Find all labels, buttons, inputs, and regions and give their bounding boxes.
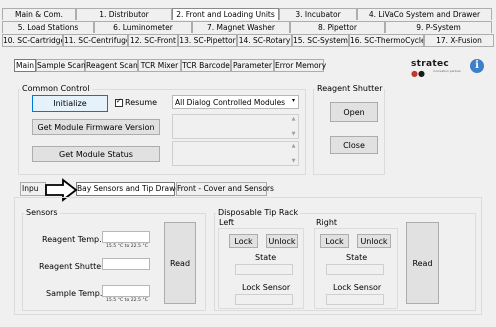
scroll-up-icon[interactable]: ▲ [289, 143, 298, 149]
logo-dot-2-icon: ● [417, 69, 425, 78]
reagent-temp-label: Reagent Temp. [42, 235, 102, 244]
left-state-field [235, 264, 293, 275]
resume-checkbox-wrap[interactable]: ✓ Resume [115, 96, 158, 107]
shutter-open-button[interactable]: Open [330, 102, 378, 122]
tab-row-1: Main & Com. 1. Distributor 2. Front and … [2, 8, 492, 20]
tab-livaco-system-drawer[interactable]: 4. LiVaCo System and Drawer [357, 8, 492, 20]
subtab-bar: Main Sample Scan Reagent Scan TCR Mixer … [14, 59, 326, 72]
tip-rack-title: Disposable Tip Rack [216, 208, 301, 217]
right-unlock-button[interactable]: Unlock [357, 234, 391, 248]
scroll-up-icon[interactable]: ▲ [289, 116, 298, 122]
subtab-error-memory[interactable]: Error Memory [274, 59, 326, 72]
module-select-value: All Dialog Controlled Modules [175, 97, 286, 107]
right-lock-sensor-field [326, 294, 384, 305]
right-lock-button[interactable]: Lock [320, 234, 349, 248]
tip-rack-right-label: Right [316, 218, 338, 227]
firmware-scrollbar[interactable]: ▲ ▼ [289, 115, 298, 138]
tab-sc-thermocycler[interactable]: 16. SC-ThermoCycler [349, 34, 424, 46]
shutter-close-button[interactable]: Close [330, 136, 378, 154]
tab-x-fusion[interactable]: 17. X-Fusion [424, 34, 494, 46]
subtab-parameter[interactable]: Parameter [231, 59, 274, 72]
reagent-temp-range: 15.5 °C to 22.5 °C [106, 244, 148, 249]
chevron-down-icon: ▾ [291, 97, 295, 104]
tab-sc-front[interactable]: 12. SC-Front [128, 34, 178, 46]
module-status-button[interactable]: Get Module Status [32, 146, 160, 162]
tab-sc-centrifuge[interactable]: 11. SC-Centrifuge [63, 34, 128, 46]
left-unlock-button[interactable]: Unlock [266, 234, 298, 248]
subtab-tcr-mixer[interactable]: TCR Mixer [138, 59, 181, 72]
right-state-field [326, 264, 384, 275]
reagent-temp-field [102, 231, 150, 243]
reagent-shutter-field [102, 258, 150, 270]
left-lock-button[interactable]: Lock [229, 234, 258, 248]
firmware-version-button[interactable]: Get Module Firmware Version [32, 119, 160, 135]
tab-sc-pipettor[interactable]: 13. SC-Pipettor [178, 34, 237, 46]
scroll-down-icon[interactable]: ▼ [289, 131, 298, 137]
resume-checkbox[interactable]: ✓ [115, 96, 123, 107]
initialize-button[interactable]: Initialize [32, 95, 108, 112]
tab-divider [2, 46, 494, 47]
scroll-down-icon[interactable]: ▼ [289, 158, 298, 164]
logo-dots-icon: ● [411, 69, 418, 78]
tab-main-com[interactable]: Main & Com. [2, 8, 76, 20]
tab-load-stations[interactable]: 5. Load Stations [2, 21, 94, 33]
left-lock-sensor-field [235, 294, 293, 305]
right-state-label: State [346, 253, 368, 262]
tab-p-system[interactable]: 9. P-System [385, 21, 492, 33]
sensors-title: Sensors [24, 208, 60, 217]
subtab-main[interactable]: Main [14, 59, 36, 72]
tab-incubator[interactable]: 3. Incubator [279, 8, 357, 20]
subtab-sample-scan[interactable]: Sample Scan [36, 59, 86, 72]
tab-front-loading-units[interactable]: 2. Front and Loading Units [172, 8, 279, 20]
subtab-reagent-scan[interactable]: Reagent Scan [85, 59, 138, 72]
sample-temp-range: 15.5 °C to 22.5 °C [106, 298, 148, 303]
reagent-shutter-label: Reagent Shutter [39, 262, 105, 271]
tab-magnet-washer[interactable]: 7. Magnet Washer [192, 21, 290, 33]
logo-tagline: innovation partner [433, 69, 461, 73]
tab-row-3: 10. SC-Cartridge 11. SC-Centrifuge 12. S… [2, 34, 494, 46]
firmware-output-box[interactable]: ▲ ▼ [172, 114, 299, 139]
tab-pipettor[interactable]: 8. Pipettor [290, 21, 385, 33]
status-output-box[interactable]: ▲ ▼ [172, 141, 299, 166]
tab-distributor[interactable]: 1. Distributor [76, 8, 172, 20]
subtab-tcr-barcode[interactable]: TCR Barcode [181, 59, 231, 72]
checkmark-icon: ✓ [116, 96, 122, 105]
stratec-logo: stratec ●● innovation partner [411, 59, 461, 78]
tab-sc-cartridge[interactable]: 10. SC-Cartridge [2, 34, 63, 46]
tab-sc-rotary[interactable]: 14. SC-Rotary [237, 34, 292, 46]
tab-sc-system[interactable]: 15. SC-System [292, 34, 349, 46]
status-scrollbar[interactable]: ▲ ▼ [289, 142, 298, 165]
resume-label: Resume [125, 98, 158, 107]
sensors-read-button[interactable]: Read [164, 222, 196, 304]
reagent-shutter-title: Reagent Shutter [315, 84, 385, 93]
tab-row-2: 5. Load Stations 6. Luminometer 7. Magne… [2, 21, 492, 33]
left-state-label: State [255, 253, 277, 262]
left-lock-sensor-label: Lock Sensor [242, 283, 291, 292]
tab-luminometer[interactable]: 6. Luminometer [94, 21, 192, 33]
info-icon[interactable]: i [470, 59, 484, 73]
sample-temp-field [102, 285, 150, 297]
sample-temp-label: Sample Temp. [46, 289, 103, 298]
inner-tab-front-cover[interactable]: Front - Cover and Sensors [176, 182, 274, 196]
inner-tab-input[interactable]: Inpu [20, 182, 46, 196]
tip-rack-left-label: Left [219, 218, 235, 227]
module-select[interactable]: All Dialog Controlled Modules ▾ [172, 95, 299, 109]
tip-rack-read-button[interactable]: Read [406, 222, 439, 304]
logo-text: stratec [411, 59, 450, 69]
right-lock-sensor-label: Lock Sensor [333, 283, 382, 292]
inner-tab-bay-sensors[interactable]: Bay Sensors and Tip Drawer [76, 182, 183, 196]
common-control-title: Common Control [20, 84, 92, 93]
